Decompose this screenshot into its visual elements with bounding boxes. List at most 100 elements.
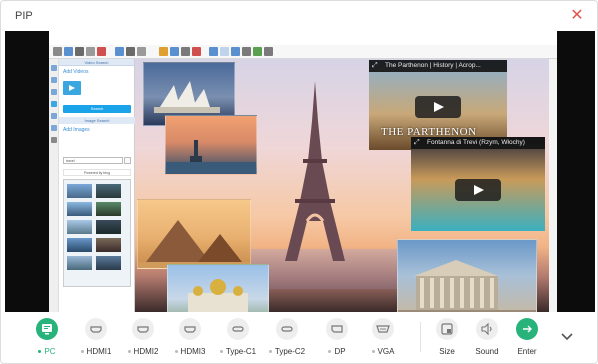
source-label: HDMI1 [76,347,116,356]
hdmi-icon [132,318,154,340]
image-result [96,184,121,198]
rail-icon [51,125,57,131]
action-label: Enter [517,347,537,356]
video-title: Fontanna di Trevi (Rzym, Włochy) [411,137,545,149]
enter-button[interactable]: Enter [507,318,547,362]
pc-icon [36,318,58,340]
app-side-panel: Video Search Add Videos Search Image Sea… [59,59,135,312]
source-label: Type-C1 [218,347,258,356]
toolbar-icon [53,47,62,56]
dot [268,350,272,354]
toolbar-icon [220,47,229,56]
dot [127,350,131,354]
rail-icon [51,113,57,119]
size-icon [436,318,458,340]
close-icon[interactable]: ✕ [567,6,587,26]
image-result [67,256,92,270]
vga-icon [372,318,394,340]
panel-header-video: Video Search [59,59,134,66]
source-hdmi2[interactable]: HDMI2 [123,318,163,362]
source-label: VGA [363,347,403,356]
image-search-input: travel [63,157,123,164]
rail-icon [51,65,57,71]
app-left-rail [49,59,59,312]
usb-c-icon [276,318,298,340]
image-result [67,238,92,252]
app-toolbar [49,45,557,59]
image-result [96,256,121,270]
action-label: Size [439,347,455,356]
source-pc[interactable]: PC [27,318,67,362]
toolbar-icon [75,47,84,56]
expand-icon[interactable]: ⤢ [414,139,422,147]
play-icon[interactable] [455,179,501,201]
hdmi-icon [85,318,107,340]
source-hdmi3[interactable]: HDMI3 [170,318,210,362]
statue-of-liberty-photo [165,115,257,175]
size-button[interactable]: Size [427,318,467,362]
image-result [67,184,92,198]
image-result [96,238,121,252]
source-type-c2[interactable]: Type-C2 [267,318,307,362]
arrow-right-icon [516,318,538,340]
add-images-title: Add Images [63,127,90,133]
toolbar-icon [115,47,124,56]
divider [420,322,421,352]
dot [80,350,84,354]
source-hdmi1[interactable]: HDMI1 [76,318,116,362]
source-label: HDMI3 [170,347,210,356]
dot [174,350,178,354]
rail-icon [51,77,57,83]
whiteboard-canvas: The Parthenon | History | Acrop... ⤢ THE… [135,59,549,312]
source-type-c1[interactable]: Type-C1 [218,318,258,362]
toolbar-icon [242,47,251,56]
toolbar-icon [181,47,190,56]
source-dp[interactable]: DP [317,318,357,362]
sound-button[interactable]: Sound [467,318,507,362]
pantheon-photo [397,239,537,312]
eiffel-tower-image [285,81,345,261]
source-label: DP [317,347,357,356]
add-videos-title: Add Videos [63,69,89,75]
window-title: PIP [15,10,33,22]
source-vga[interactable]: VGA [363,318,403,362]
rail-icon [51,101,57,107]
pyramids-photo [137,199,251,269]
dot [219,350,223,354]
video-card-trevi[interactable]: Fontanna di Trevi (Rzym, Włochy) ⤢ [411,137,545,231]
toolbar-icon [209,47,218,56]
image-result [96,220,121,234]
toolbar-icon [159,47,168,56]
source-label: Type-C2 [267,347,307,356]
hdmi-icon [179,318,201,340]
rail-icon [51,89,57,95]
title-bar: PIP ✕ [1,1,598,31]
source-label: PC [27,347,67,356]
toolbar-icon [97,47,106,56]
search-icon [124,157,131,164]
image-results [63,179,131,287]
pip-preview: Video Search Add Videos Search Image Sea… [5,31,595,312]
speaker-icon [476,318,498,340]
video-thumbnail-icon [63,81,81,95]
toolbar-icon [64,47,73,56]
expand-icon[interactable]: ⤢ [372,62,380,70]
usb-c-icon [227,318,249,340]
dot [328,350,332,354]
cathedral-photo [167,264,269,312]
image-result [96,202,121,216]
dot [371,350,375,354]
image-result [67,202,92,216]
rail-icon [51,137,57,143]
action-label: Sound [475,347,499,356]
pip-window: PIP ✕ Video Search Add Videos Search Ima… [0,0,598,364]
chevron-down-icon[interactable] [559,328,575,344]
video-search-button: Search [63,105,131,113]
play-icon[interactable] [415,96,461,118]
app-titlebar [49,31,557,39]
powered-by-bing: Powered by bing [63,169,131,176]
displayport-icon [326,318,348,340]
toolbar-icon [192,47,201,56]
input-source-bar: PC HDMI1 HDMI2 HDMI3 Type-C1 Type-C2 DP … [1,312,598,364]
video-title: The Parthenon | History | Acrop... [369,60,507,72]
